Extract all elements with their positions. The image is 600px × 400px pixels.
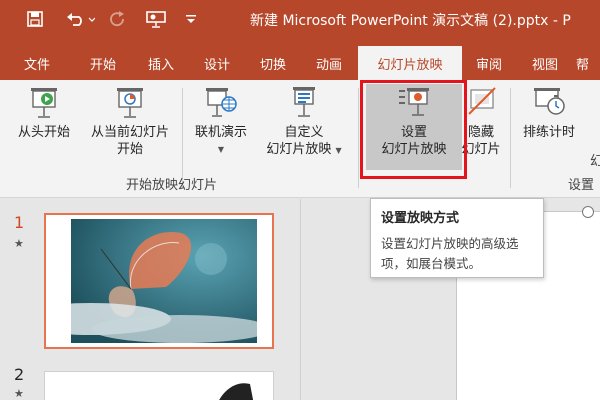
slide-thumbnail-1[interactable] xyxy=(44,213,274,349)
customize-icon[interactable] xyxy=(180,6,202,32)
title-bar: 新建 Microsoft PowerPoint 演示文稿 (2).pptx - … xyxy=(0,0,600,38)
from-current-slide-button[interactable]: 从当前幻灯片 开始 xyxy=(82,84,178,158)
custom-slide-show-button[interactable]: 自定义 幻灯片放映 ▼ xyxy=(258,84,350,159)
slide-animation-star-icon: ★ xyxy=(14,387,24,400)
custom-slideshow-icon xyxy=(293,87,315,117)
chevron-down-icon[interactable]: ▼ xyxy=(218,141,224,158)
ribbon-divider xyxy=(358,88,359,188)
from-current-label-1: 从当前幻灯片 xyxy=(90,125,169,140)
slide-thumbnail-2[interactable] xyxy=(44,371,274,400)
ribbon-tab-row: 文件 开始 插入 设计 切换 动画 幻灯片放映 审阅 视图 帮 xyxy=(0,38,600,80)
group-label-setup: 设置 xyxy=(568,178,595,193)
presenter-icon[interactable] xyxy=(142,6,170,32)
window-title: 新建 Microsoft PowerPoint 演示文稿 (2).pptx - … xyxy=(250,13,571,29)
ribbon-cut-label: 幻 xyxy=(590,154,600,169)
slide-number: 2 xyxy=(14,365,25,384)
tab-slide-show[interactable]: 幻灯片放映 xyxy=(358,46,462,80)
tab-design[interactable]: 设计 xyxy=(190,46,244,80)
setup-slideshow-tooltip: 设置放映方式 设置幻灯片放映的高级选项，如展台模式。 xyxy=(370,198,544,278)
from-beginning-button[interactable]: 从头开始 xyxy=(12,84,76,141)
tab-review[interactable]: 审阅 xyxy=(464,46,514,80)
tab-home[interactable]: 开始 xyxy=(76,46,130,80)
from-current-label-2: 开始 xyxy=(116,142,143,157)
hide-label-1: 隐藏 xyxy=(467,125,494,140)
ribbon-divider xyxy=(510,88,511,188)
tab-animations[interactable]: 动画 xyxy=(302,46,356,80)
tab-view[interactable]: 视图 xyxy=(520,46,570,80)
tab-transitions[interactable]: 切换 xyxy=(246,46,300,80)
from-beginning-label: 从头开始 xyxy=(17,125,70,140)
rehearse-timings-button[interactable]: 排练计时 xyxy=(516,84,582,141)
present-online-label: 联机演示 xyxy=(194,125,247,140)
hide-label-2: 幻灯片 xyxy=(461,142,501,157)
hide-slide-icon xyxy=(468,87,496,115)
undo-icon[interactable] xyxy=(60,6,100,32)
stopwatch-icon xyxy=(534,88,565,115)
custom-label-1: 自定义 xyxy=(284,125,324,140)
redo-icon[interactable] xyxy=(106,6,130,32)
save-icon[interactable] xyxy=(22,6,48,32)
custom-label-2: 幻灯片放映 ▼ xyxy=(266,142,342,157)
tab-help[interactable]: 帮 xyxy=(576,46,600,80)
slideshow-start-icon xyxy=(31,88,57,118)
tab-file[interactable]: 文件 xyxy=(10,46,64,80)
group-label-start-slideshow: 开始放映幻灯片 xyxy=(126,178,218,193)
slideshow-current-icon xyxy=(117,88,143,118)
highlight-annotation-box xyxy=(360,80,467,179)
rehearse-label: 排练计时 xyxy=(522,125,575,140)
tooltip-title: 设置放映方式 xyxy=(381,211,460,226)
slide-thumbnails-pane: 1 ★ 2 ★ xyxy=(0,199,300,400)
slide-animation-star-icon: ★ xyxy=(14,237,24,250)
present-online-button[interactable]: 联机演示 ▼ xyxy=(186,84,256,158)
ribbon-divider xyxy=(182,88,183,188)
ribbon-panel: 从头开始 从当前幻灯片 开始 联机演示 ▼ 自定义 幻灯片放映 ▼ 设置 幻灯片… xyxy=(0,80,600,198)
butterfly-image xyxy=(71,219,257,343)
tooltip-body: 设置幻灯片放映的高级选项，如展台模式。 xyxy=(381,236,519,271)
resize-handle[interactable] xyxy=(582,206,594,218)
present-online-icon xyxy=(206,88,237,117)
tab-insert[interactable]: 插入 xyxy=(134,46,188,80)
slide-number: 1 xyxy=(14,213,25,232)
